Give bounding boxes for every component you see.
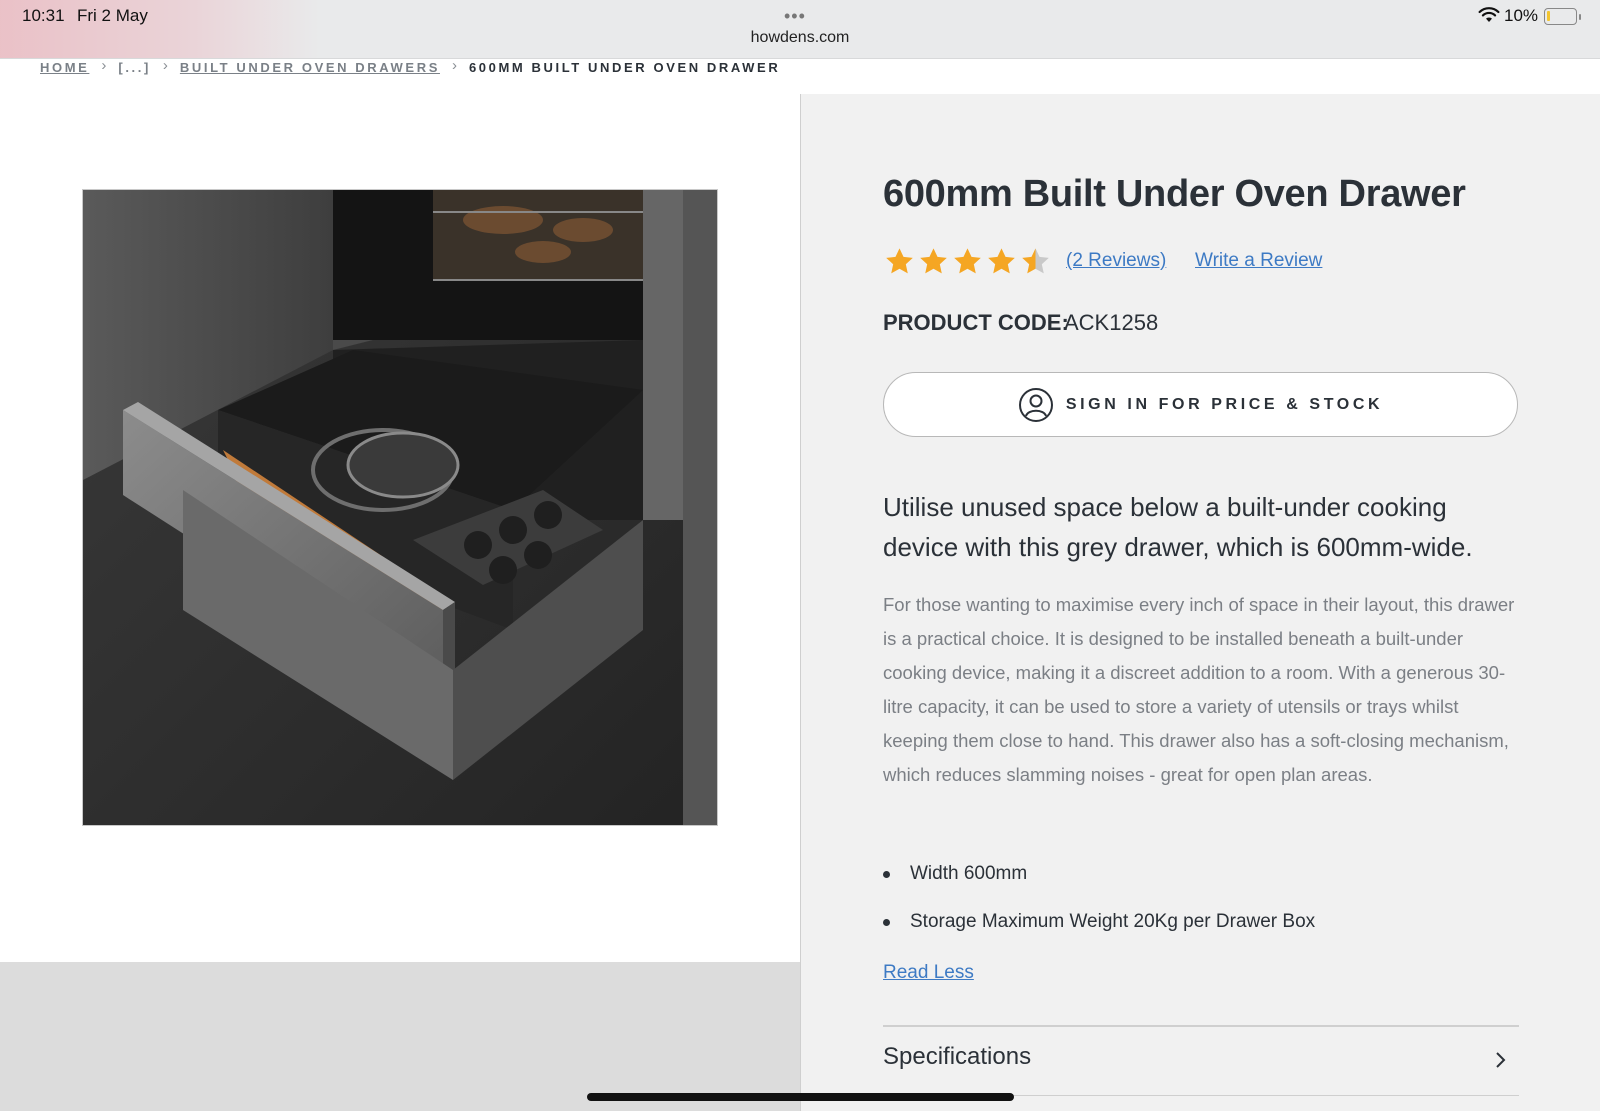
reviews-link[interactable]: (2 Reviews)	[1066, 250, 1166, 272]
sign-in-button-label: SIGN IN FOR PRICE & STOCK	[1065, 395, 1384, 413]
chevron-right-icon[interactable]	[1494, 1050, 1508, 1070]
product-description: For those wanting to maximise every inch…	[883, 594, 1515, 785]
list-item: Width 600mm	[883, 858, 1523, 906]
star-full-icon	[920, 248, 947, 274]
breadcrumb-separator-icon: ›	[101, 57, 107, 74]
browser-status-bar: 10:31 Fri 2 May ••• howdens.com 10%	[0, 0, 1600, 59]
product-code-value: ACK1258	[1064, 310, 1159, 335]
breadcrumb-current: 600MM BUILT UNDER OVEN DRAWER	[468, 60, 781, 75]
wifi-icon	[1478, 7, 1500, 22]
home-indicator[interactable]	[587, 1093, 1014, 1101]
star-half-icon	[1022, 248, 1049, 274]
feature-text: Width 600mm	[910, 863, 1028, 884]
gallery-footer	[0, 962, 800, 1111]
clock: 10:31	[22, 6, 65, 25]
read-less-link[interactable]: Read Less	[883, 962, 974, 984]
sign-in-for-price-button[interactable]: SIGN IN FOR PRICE & STOCK	[883, 372, 1518, 437]
url-bar[interactable]: howdens.com	[700, 29, 900, 47]
breadcrumb: HOME › [...] › BUILT UNDER OVEN DRAWERS …	[40, 57, 781, 93]
breadcrumb-category[interactable]: BUILT UNDER OVEN DRAWERS	[180, 60, 440, 75]
bullet-icon	[883, 871, 890, 878]
feature-list: Width 600mm Storage Maximum Weight 20Kg …	[883, 858, 1523, 954]
drawer-photo-illustration	[83, 190, 717, 825]
date: Fri 2 May	[77, 6, 148, 25]
list-item: Storage Maximum Weight 20Kg per Drawer B…	[883, 906, 1523, 954]
feature-text: Storage Maximum Weight 20Kg per Drawer B…	[910, 911, 1316, 932]
breadcrumb-separator-icon: ›	[162, 57, 168, 74]
more-dots-icon[interactable]: •••	[784, 6, 806, 27]
star-full-icon	[886, 248, 913, 274]
product-title: 600mm Built Under Oven Drawer	[883, 173, 1466, 215]
bullet-icon	[883, 919, 890, 926]
product-image[interactable]	[82, 189, 718, 826]
breadcrumb-home[interactable]: HOME	[40, 60, 89, 75]
battery-icon	[1544, 8, 1581, 25]
product-lead: Utilise unused space below a built-under…	[883, 492, 1473, 562]
star-rating	[884, 246, 1051, 277]
star-full-icon	[954, 248, 981, 274]
write-review-link[interactable]: Write a Review	[1195, 250, 1322, 272]
breadcrumb-ellipsis[interactable]: [...]	[118, 60, 151, 75]
product-code-label: PRODUCT CODE:	[883, 310, 1069, 335]
user-account-icon	[1018, 387, 1053, 422]
battery-percent: 10%	[1504, 6, 1539, 25]
divider	[883, 1025, 1519, 1027]
specifications-accordion[interactable]: Specifications	[883, 1043, 1031, 1071]
breadcrumb-separator-icon: ›	[451, 57, 457, 74]
star-full-icon	[988, 248, 1015, 274]
